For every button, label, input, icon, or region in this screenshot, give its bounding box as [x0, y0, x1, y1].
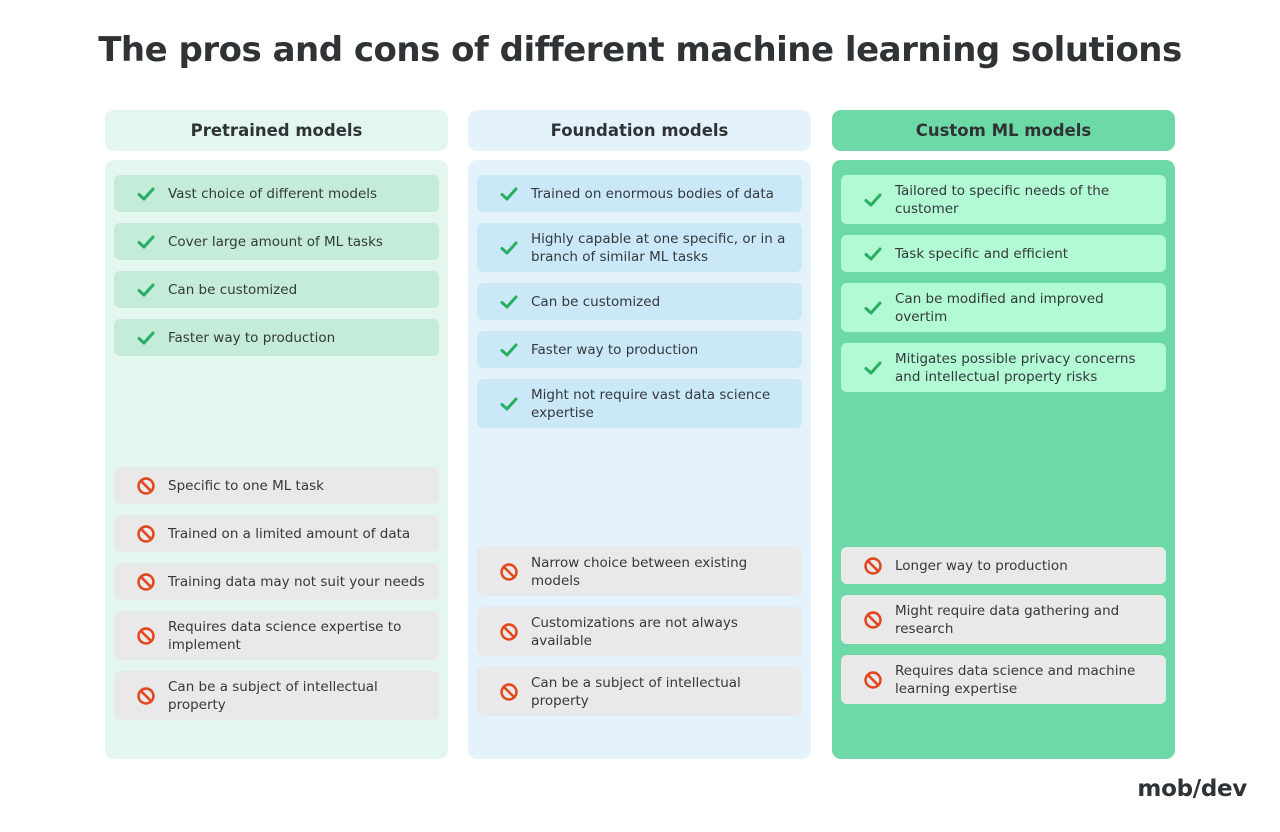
pro-item: Highly capable at one specific, or in a …	[477, 223, 802, 272]
cons-list: Specific to one ML task Trained on a limi…	[114, 467, 439, 731]
item-label: Faster way to production	[531, 341, 699, 358]
column-pretrained-models: Pretrained models Vast choice of differe…	[105, 110, 448, 759]
item-label: Specific to one ML task	[168, 477, 324, 494]
con-item: Trained on a limited amount of data	[114, 515, 439, 552]
pro-item: Might not require vast data science expe…	[477, 379, 802, 428]
column-header: Pretrained models	[105, 110, 448, 151]
column-foundation-models: Foundation models Trained on enormous bo…	[468, 110, 811, 759]
item-label: Requires data science and machine learni…	[895, 662, 1136, 697]
item-label: Tailored to specific needs of the custom…	[895, 182, 1110, 217]
prohibited-icon	[136, 524, 156, 544]
prohibited-icon	[136, 686, 156, 706]
item-label: Can be a subject of intellectual propert…	[168, 678, 378, 713]
pro-item: Vast choice of different models	[114, 175, 439, 212]
prohibited-icon	[136, 572, 156, 592]
item-label: Can be modified and improved overtim	[895, 290, 1104, 325]
column-body: Tailored to specific needs of the custom…	[832, 160, 1175, 759]
item-label: Might require data gathering and researc…	[895, 602, 1120, 637]
pro-item: Trained on enormous bodies of data	[477, 175, 802, 212]
check-icon	[136, 280, 156, 300]
check-icon	[499, 238, 519, 258]
pro-item: Tailored to specific needs of the custom…	[841, 175, 1166, 224]
prohibited-icon	[863, 670, 883, 690]
prohibited-icon	[863, 610, 883, 630]
check-icon	[499, 184, 519, 204]
item-label: Training data may not suit your needs	[168, 573, 425, 590]
con-item: Narrow choice between existing models	[477, 547, 802, 596]
pro-item: Faster way to production	[477, 331, 802, 368]
item-label: Vast choice of different models	[168, 185, 378, 202]
column-header: Custom ML models	[832, 110, 1175, 151]
check-icon	[136, 232, 156, 252]
item-label: Can be customized	[531, 293, 661, 310]
prohibited-icon	[499, 682, 519, 702]
item-label: Trained on a limited amount of data	[168, 525, 411, 542]
item-label: Narrow choice between existing models	[531, 554, 748, 589]
check-icon	[863, 190, 883, 210]
con-item: Might require data gathering and researc…	[841, 595, 1166, 644]
pros-list: Trained on enormous bodies of data Highly…	[477, 175, 802, 428]
item-label: Faster way to production	[168, 329, 336, 346]
column-header: Foundation models	[468, 110, 811, 151]
pro-item: Can be modified and improved overtim	[841, 283, 1166, 332]
prohibited-icon	[136, 476, 156, 496]
pro-item: Mitigates possible privacy concerns and …	[841, 343, 1166, 392]
page-title: The pros and cons of different machine l…	[98, 30, 1182, 70]
item-label: Trained on enormous bodies of data	[531, 185, 774, 202]
pro-item: Task specific and efficient	[841, 235, 1166, 272]
column-custom-ml-models: Custom ML models Tailored to specific ne…	[832, 110, 1175, 759]
cons-list: Longer way to production Might require da…	[841, 547, 1166, 715]
item-label: Task specific and efficient	[895, 245, 1069, 262]
con-item: Requires data science expertise to imple…	[114, 611, 439, 660]
con-item: Customizations are not always available	[477, 607, 802, 656]
pros-list: Vast choice of different models Cover lar…	[114, 175, 439, 356]
item-label: Can be customized	[168, 281, 298, 298]
check-icon	[136, 184, 156, 204]
prohibited-icon	[863, 556, 883, 576]
column-body: Vast choice of different models Cover lar…	[105, 160, 448, 759]
item-label: Highly capable at one specific, or in a …	[531, 230, 786, 265]
check-icon	[136, 328, 156, 348]
prohibited-icon	[499, 622, 519, 642]
item-label: Might not require vast data science expe…	[531, 386, 771, 421]
con-item: Can be a subject of intellectual propert…	[477, 667, 802, 716]
pro-item: Cover large amount of ML tasks	[114, 223, 439, 260]
item-label: Can be a subject of intellectual propert…	[531, 674, 741, 709]
item-label: Requires data science expertise to imple…	[168, 618, 402, 653]
con-item: Can be a subject of intellectual propert…	[114, 671, 439, 720]
con-item: Training data may not suit your needs	[114, 563, 439, 600]
prohibited-icon	[136, 626, 156, 646]
pros-list: Tailored to specific needs of the custom…	[841, 175, 1166, 392]
pro-item: Faster way to production	[114, 319, 439, 356]
pro-item: Can be customized	[477, 283, 802, 320]
pro-item: Can be customized	[114, 271, 439, 308]
item-label: Customizations are not always available	[531, 614, 738, 649]
item-label: Cover large amount of ML tasks	[168, 233, 383, 250]
check-icon	[499, 340, 519, 360]
check-icon	[499, 394, 519, 414]
con-item: Requires data science and machine learni…	[841, 655, 1166, 704]
item-label: Longer way to production	[895, 557, 1068, 574]
prohibited-icon	[499, 562, 519, 582]
mobidev-logo: mob/dev	[1137, 776, 1247, 802]
item-label: Mitigates possible privacy concerns and …	[895, 350, 1136, 385]
check-icon	[863, 298, 883, 318]
check-icon	[863, 244, 883, 264]
check-icon	[499, 292, 519, 312]
con-item: Specific to one ML task	[114, 467, 439, 504]
cons-list: Narrow choice between existing models Cus…	[477, 547, 802, 727]
column-body: Trained on enormous bodies of data Highly…	[468, 160, 811, 759]
con-item: Longer way to production	[841, 547, 1166, 584]
check-icon	[863, 358, 883, 378]
